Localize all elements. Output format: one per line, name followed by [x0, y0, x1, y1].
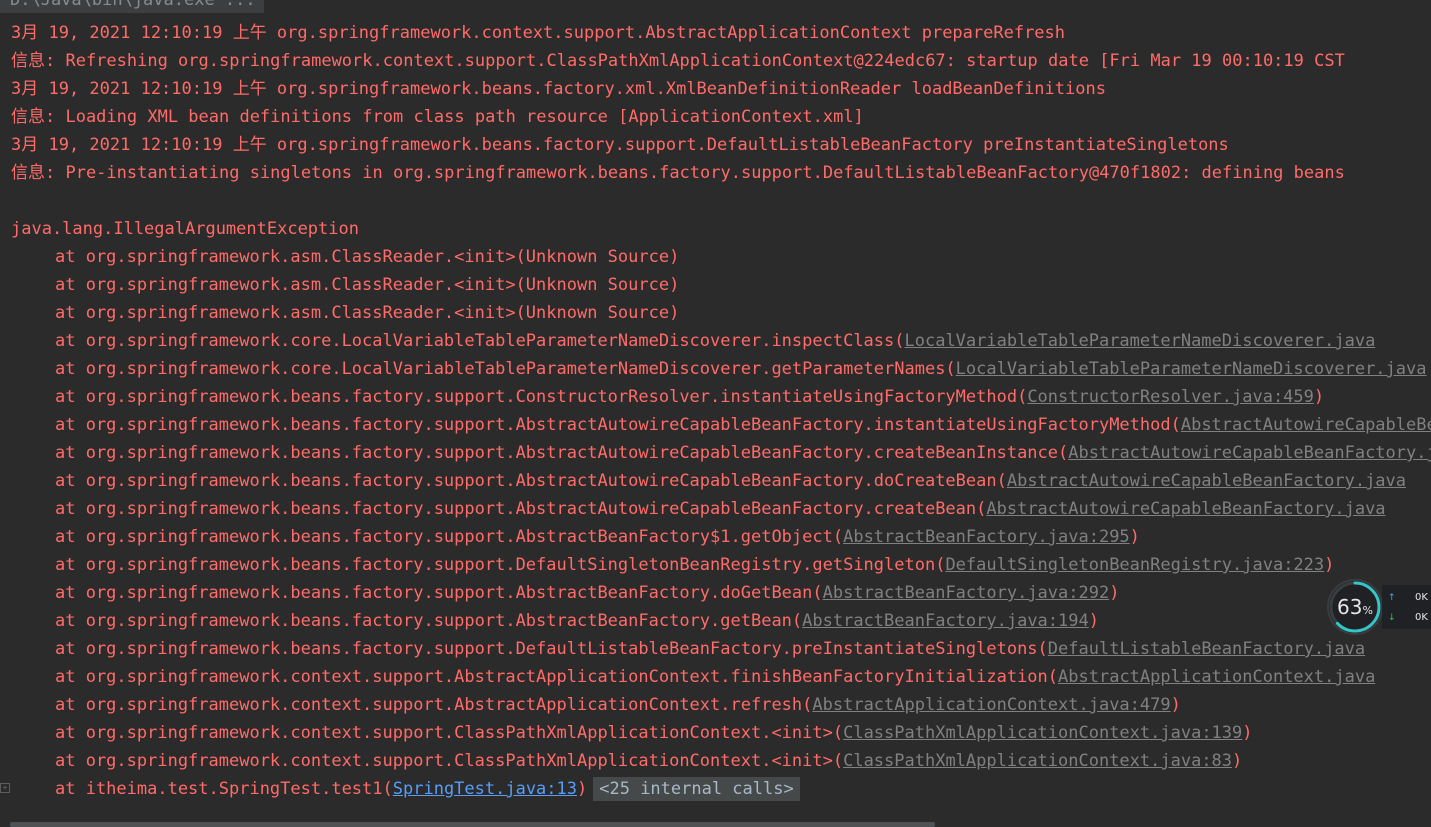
stack-frame-text: at org.springframework.context.support.A… — [55, 667, 1059, 687]
source-link[interactable]: DefaultSingletonBeanRegistry.java:223 — [945, 555, 1324, 575]
stack-frame-text: at org.springframework.beans.factory.sup… — [55, 611, 803, 631]
log-line: 信息: Refreshing org.springframework.conte… — [11, 51, 1345, 71]
stack-frame-text: at org.springframework.beans.factory.sup… — [55, 527, 844, 547]
stack-frame-close: ) — [1170, 695, 1181, 715]
stack-frame: at org.springframework.beans.factory.sup… — [11, 495, 1386, 523]
internal-calls-toggle[interactable]: <25 internal calls> — [593, 777, 800, 801]
cpu-value: 63 — [1337, 595, 1363, 619]
stack-frame-text: at org.springframework.beans.factory.sup… — [55, 583, 823, 603]
stack-frame: at org.springframework.beans.factory.sup… — [11, 411, 1431, 439]
stack-frame-text: at itheima.test.SpringTest.test1( — [55, 779, 393, 799]
network-panel: ↑ 0K ↓ 0K — [1382, 585, 1431, 629]
stack-frame-close: ) — [1088, 611, 1099, 631]
stack-frame-text: at org.springframework.context.support.A… — [55, 695, 813, 715]
stack-frame-text: at org.springframework.context.support.C… — [55, 723, 844, 743]
source-link[interactable]: ClassPathXmlApplicationContext.java:83 — [843, 751, 1232, 771]
upload-row: ↑ 0K — [1382, 589, 1431, 607]
source-link[interactable]: AbstractAutowireCapableBeanFactory.java — [1068, 443, 1431, 463]
source-link[interactable]: AbstractAutowireCapableBeanFactory.java — [1007, 471, 1406, 491]
stack-frame-close: ) — [1242, 723, 1253, 743]
download-arrow-icon: ↓ — [1388, 613, 1396, 623]
download-row: ↓ 0K — [1382, 609, 1431, 627]
stack-frame: at org.springframework.asm.ClassReader.<… — [11, 243, 679, 271]
stack-frame-text: at org.springframework.beans.factory.sup… — [55, 387, 1028, 407]
cpu-gauge: 63% — [1327, 579, 1383, 635]
stack-frame-text: at org.springframework.beans.factory.sup… — [55, 639, 1048, 659]
system-monitor-widget[interactable]: 63% ↑ 0K ↓ 0K — [1327, 579, 1431, 635]
stack-frame-close: ) — [1313, 387, 1325, 407]
log-line: 3月 19, 2021 12:10:19 上午 org.springframew… — [11, 135, 1229, 155]
stack-frame-text: at org.springframework.beans.factory.sup… — [55, 499, 987, 519]
stack-frame: at org.springframework.beans.factory.sup… — [11, 635, 1365, 663]
stack-frame: at org.springframework.core.LocalVariabl… — [11, 355, 1426, 383]
plus-icon[interactable]: + — [0, 783, 10, 793]
stack-frame-text: at org.springframework.asm.ClassReader.<… — [55, 303, 680, 323]
log-line: 信息: Pre-instantiating singletons in org.… — [11, 163, 1345, 183]
stack-frame-close: ) — [1232, 751, 1243, 771]
log-line: 3月 19, 2021 12:10:19 上午 org.springframew… — [11, 79, 1106, 99]
stack-frame: at org.springframework.beans.factory.sup… — [11, 523, 1140, 551]
source-link[interactable]: DefaultListableBeanFactory.java — [1048, 639, 1365, 659]
cpu-unit: % — [1362, 604, 1373, 617]
stack-frame-test: at itheima.test.SpringTest.test1(SpringT… — [11, 775, 800, 803]
source-link[interactable]: AbstractApplicationContext.java — [1058, 667, 1375, 687]
stack-frame: at org.springframework.context.support.A… — [11, 663, 1375, 691]
stack-frame: at org.springframework.beans.factory.sup… — [11, 551, 1334, 579]
source-link[interactable]: AbstractAutowireCapableBeanFactory.java — [1181, 415, 1431, 435]
stack-frame-text: at org.springframework.beans.factory.sup… — [55, 555, 946, 575]
horizontal-scrollbar[interactable] — [10, 822, 935, 827]
stack-frame-text: at org.springframework.context.support.C… — [55, 751, 844, 771]
stack-frame: at org.springframework.core.LocalVariabl… — [11, 327, 1375, 355]
stack-frame: at org.springframework.beans.factory.sup… — [11, 439, 1431, 467]
stack-frame: at org.springframework.context.support.A… — [11, 691, 1181, 719]
stack-frame: at org.springframework.beans.factory.sup… — [11, 467, 1406, 495]
source-link[interactable]: LocalVariableTableParameterNameDiscovere… — [956, 359, 1427, 379]
download-speed: 0K — [1415, 612, 1428, 623]
stack-frame-close: ) — [1324, 555, 1335, 575]
exception-name: java.lang.IllegalArgumentException — [11, 219, 359, 239]
stack-frame-text: at org.springframework.core.LocalVariabl… — [55, 331, 905, 351]
cpu-percent: 63% — [1329, 581, 1381, 633]
stack-frame: at org.springframework.context.support.C… — [11, 719, 1253, 747]
stack-frame: at org.springframework.beans.factory.sup… — [11, 383, 1324, 411]
stack-frame-text: at org.springframework.asm.ClassReader.<… — [55, 275, 680, 295]
stack-frame: at org.springframework.asm.ClassReader.<… — [11, 299, 679, 327]
upload-speed: 0K — [1415, 592, 1428, 603]
log-line: 信息: Loading XML bean definitions from cl… — [11, 107, 864, 127]
stack-frame-text: at org.springframework.beans.factory.sup… — [55, 471, 1007, 491]
stack-frame-text: at org.springframework.beans.factory.sup… — [55, 443, 1069, 463]
stack-frame-text: at org.springframework.beans.factory.sup… — [55, 415, 1181, 435]
stack-frame: at org.springframework.context.support.C… — [11, 747, 1242, 775]
source-link[interactable]: ConstructorResolver.java:459 — [1027, 387, 1314, 407]
source-link[interactable]: ClassPathXmlApplicationContext.java:139 — [843, 723, 1242, 743]
stack-frame-close: ) — [577, 779, 588, 799]
run-command-line: D:\Java\bin\java.exe ... — [0, 0, 264, 13]
source-link[interactable]: AbstractApplicationContext.java:479 — [812, 695, 1170, 715]
stack-frame: at org.springframework.beans.factory.sup… — [11, 607, 1099, 635]
stack-frame-close: ) — [1109, 583, 1120, 603]
log-line: 3月 19, 2021 12:10:19 上午 org.springframew… — [11, 23, 1066, 43]
stack-frame: at org.springframework.asm.ClassReader.<… — [11, 271, 679, 299]
source-link[interactable]: AbstractBeanFactory.java:292 — [823, 583, 1110, 603]
stack-frame-close: ) — [1129, 527, 1140, 547]
stack-frame: at org.springframework.beans.factory.sup… — [11, 579, 1119, 607]
source-link[interactable]: SpringTest.java:13 — [393, 779, 577, 799]
upload-arrow-icon: ↑ — [1388, 593, 1396, 603]
stack-frame-text: at org.springframework.asm.ClassReader.<… — [55, 247, 680, 267]
source-link[interactable]: LocalVariableTableParameterNameDiscovere… — [905, 331, 1376, 351]
source-link[interactable]: AbstractBeanFactory.java:194 — [802, 611, 1089, 631]
console-output: D:\Java\bin\java.exe ... 3月 19, 2021 12:… — [0, 0, 1431, 827]
stack-frame-text: at org.springframework.core.LocalVariabl… — [55, 359, 956, 379]
source-link[interactable]: AbstractAutowireCapableBeanFactory.java — [986, 499, 1385, 519]
source-link[interactable]: AbstractBeanFactory.java:295 — [843, 527, 1130, 547]
